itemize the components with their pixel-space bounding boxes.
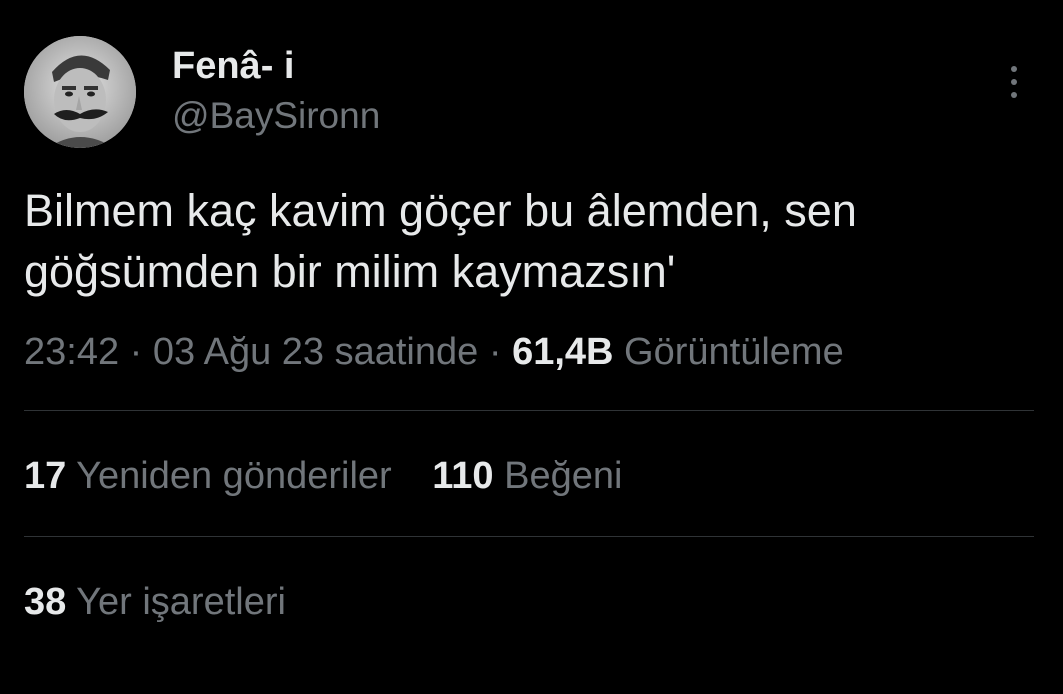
tweet-time[interactable]: 23:42	[24, 331, 119, 373]
more-options-button[interactable]	[996, 58, 1032, 106]
avatar[interactable]	[24, 36, 136, 148]
divider	[24, 536, 1034, 537]
views-count: 61,4B	[512, 331, 614, 373]
retweets-label: Yeniden gönderiler	[76, 455, 392, 497]
tweet-detail: Fenâ- i @BaySironn Bilmem kaç kavim göçe…	[0, 0, 1063, 694]
engagement-stats-row: 17 Yeniden gönderiler 110 Beğeni	[24, 452, 622, 500]
tweet-meta: 23:42 · 03 Ağu 23 saatinde · 61,4B Görün…	[24, 328, 844, 376]
likes-label: Beğeni	[504, 455, 623, 497]
divider	[24, 410, 1034, 411]
display-name[interactable]: Fenâ- i	[172, 44, 294, 88]
more-vertical-icon	[1011, 79, 1017, 85]
more-vertical-icon	[1011, 66, 1017, 72]
tweet-text: Bilmem kaç kavim göçer bu âlemden, sen g…	[24, 180, 1034, 302]
views-label: Görüntüleme	[624, 331, 844, 373]
retweets-stat[interactable]: 17 Yeniden gönderiler	[24, 452, 392, 500]
likes-stat[interactable]: 110 Beğeni	[432, 452, 622, 500]
bookmarks-stat[interactable]: 38 Yer işaretleri	[24, 578, 286, 626]
bookmarks-count: 38	[24, 581, 67, 623]
profile-photo-icon	[24, 36, 136, 148]
retweets-count: 17	[24, 455, 67, 497]
tweet-text-line: göğsümden bir milim kaymazsın'	[24, 246, 676, 297]
bookmarks-stats-row: 38 Yer işaretleri	[24, 578, 286, 626]
user-handle[interactable]: @BaySironn	[172, 94, 380, 138]
bookmarks-label: Yer işaretleri	[76, 581, 286, 623]
more-vertical-icon	[1011, 92, 1017, 98]
meta-separator: ·	[129, 331, 143, 373]
likes-count: 110	[432, 455, 494, 497]
meta-separator: ·	[488, 331, 502, 373]
tweet-date[interactable]: 03 Ağu 23 saatinde	[153, 331, 478, 373]
tweet-text-line: Bilmem kaç kavim göçer bu âlemden, sen	[24, 185, 857, 236]
